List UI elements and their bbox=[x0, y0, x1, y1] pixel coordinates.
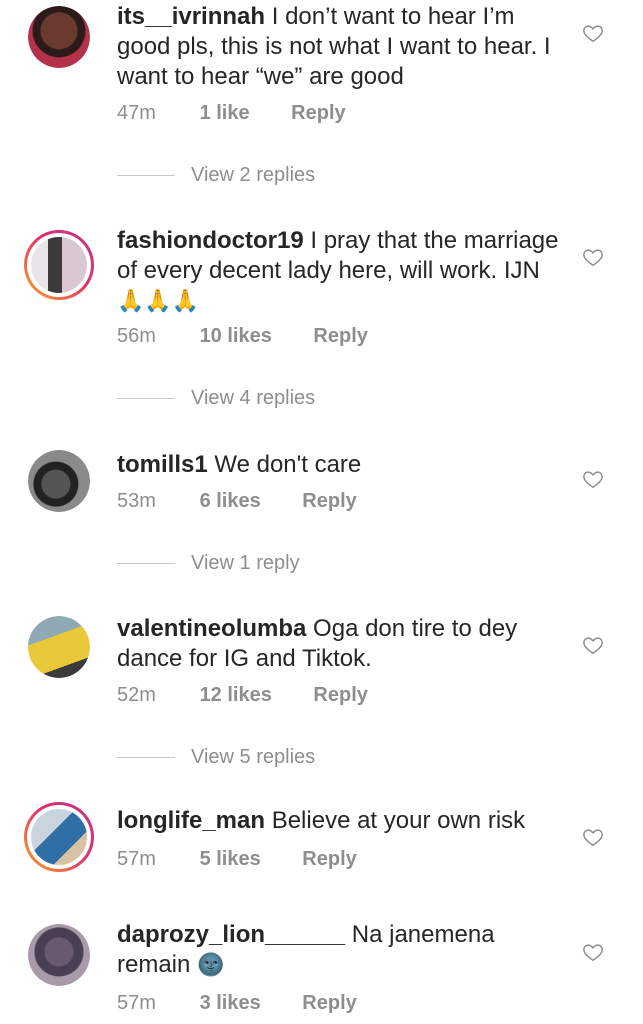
comment-likes[interactable]: 3 likes bbox=[200, 990, 261, 1016]
reply-button[interactable]: Reply bbox=[302, 488, 356, 514]
comment-meta: 47m 1 like Reply bbox=[117, 100, 346, 126]
moon-face-emoji-icon: 🌚 bbox=[197, 952, 225, 977]
comment-username[interactable]: valentineolumba bbox=[117, 615, 306, 642]
view-replies-button[interactable]: View 1 reply bbox=[117, 550, 300, 576]
heart-outline-icon[interactable] bbox=[582, 246, 604, 268]
comment-meta: 52m 12 likes Reply bbox=[117, 682, 368, 708]
comment-likes[interactable]: 1 like bbox=[200, 100, 250, 126]
comment-text: tomills1 We don't care bbox=[117, 450, 567, 480]
comment-time: 57m bbox=[117, 992, 156, 1014]
heart-outline-icon[interactable] bbox=[582, 941, 604, 963]
divider-line bbox=[117, 175, 175, 177]
heart-outline-icon[interactable] bbox=[582, 826, 604, 848]
view-replies-label: View 1 reply bbox=[191, 552, 300, 574]
comment-time: 57m bbox=[117, 848, 156, 870]
avatar[interactable] bbox=[28, 450, 90, 512]
view-replies-label: View 4 replies bbox=[191, 387, 316, 409]
comment-body: Believe at your own risk bbox=[271, 807, 526, 834]
avatar[interactable] bbox=[28, 6, 90, 68]
heart-outline-icon[interactable] bbox=[582, 634, 604, 656]
comment-meta: 56m 10 likes Reply bbox=[117, 323, 368, 349]
pray-emoji-icon: 🙏🙏🙏 bbox=[117, 288, 200, 313]
avatar[interactable] bbox=[28, 616, 90, 678]
reply-button[interactable]: Reply bbox=[291, 100, 345, 126]
comment-text: its__ivrinnah I don’t want to hear I’m g… bbox=[117, 2, 567, 92]
view-replies-button[interactable]: View 2 replies bbox=[117, 162, 315, 188]
reply-button[interactable]: Reply bbox=[313, 682, 367, 708]
reply-button[interactable]: Reply bbox=[302, 990, 356, 1016]
comment-meta: 57m 5 likes Reply bbox=[117, 846, 357, 872]
comment-meta: 53m 6 likes Reply bbox=[117, 488, 357, 514]
reply-button[interactable]: Reply bbox=[313, 323, 367, 349]
comment-username[interactable]: daprozy_lion______ bbox=[117, 921, 345, 948]
heart-outline-icon[interactable] bbox=[582, 468, 604, 490]
comment-username[interactable]: longlife_man bbox=[117, 807, 265, 834]
comment-time: 53m bbox=[117, 490, 156, 512]
comment-time: 56m bbox=[117, 325, 156, 347]
comment-likes[interactable]: 10 likes bbox=[200, 323, 272, 349]
comment-meta: 57m 3 likes Reply bbox=[117, 990, 357, 1016]
view-replies-button[interactable]: View 5 replies bbox=[117, 744, 315, 770]
comment-time: 52m bbox=[117, 684, 156, 706]
divider-line bbox=[117, 757, 175, 759]
comment-username[interactable]: tomills1 bbox=[117, 451, 208, 478]
reply-button[interactable]: Reply bbox=[302, 846, 356, 872]
divider-line bbox=[117, 563, 175, 565]
comment-likes[interactable]: 6 likes bbox=[200, 488, 261, 514]
comment-likes[interactable]: 5 likes bbox=[200, 846, 261, 872]
view-replies-label: View 5 replies bbox=[191, 746, 316, 768]
avatar[interactable] bbox=[28, 924, 90, 986]
avatar[interactable] bbox=[24, 802, 94, 872]
comment-text: daprozy_lion______ Na janemena remain 🌚 bbox=[117, 920, 567, 980]
view-replies-button[interactable]: View 4 replies bbox=[117, 385, 315, 411]
heart-outline-icon[interactable] bbox=[582, 22, 604, 44]
view-replies-label: View 2 replies bbox=[191, 164, 316, 186]
comment-time: 47m bbox=[117, 102, 156, 124]
divider-line bbox=[117, 398, 175, 400]
comment-body: We don't care bbox=[214, 451, 362, 478]
comment-text: longlife_man Believe at your own risk bbox=[117, 806, 567, 836]
comment-username[interactable]: its__ivrinnah bbox=[117, 3, 265, 30]
comment-text: fashiondoctor19 I pray that the marriage… bbox=[117, 226, 567, 316]
comment-likes[interactable]: 12 likes bbox=[200, 682, 272, 708]
avatar[interactable] bbox=[24, 230, 94, 300]
comment-username[interactable]: fashiondoctor19 bbox=[117, 227, 304, 254]
comment-text: valentineolumba Oga don tire to dey danc… bbox=[117, 614, 567, 674]
